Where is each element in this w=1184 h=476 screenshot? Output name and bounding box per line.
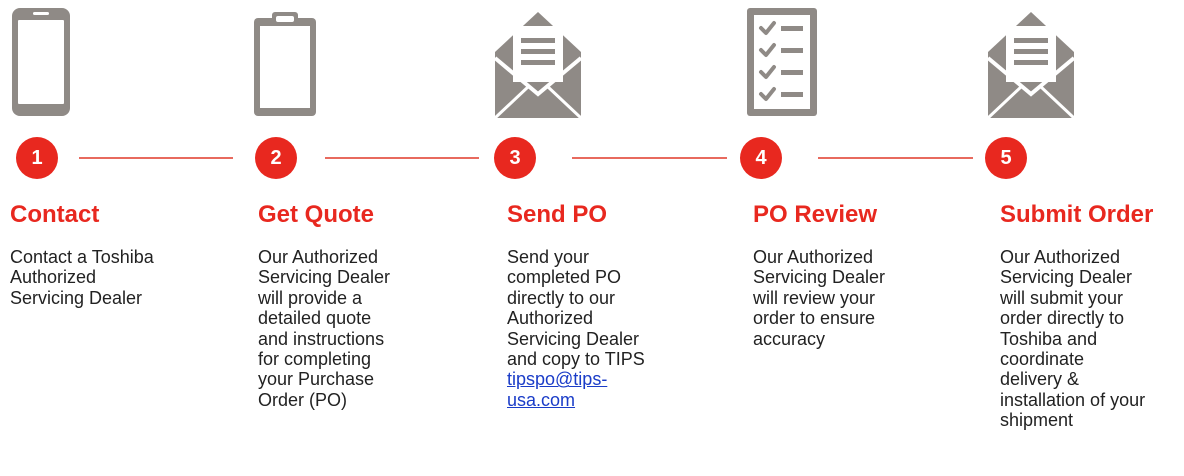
description-line: Servicing Dealer bbox=[10, 287, 143, 308]
open-envelope-icon bbox=[984, 6, 1076, 120]
description-line: Order (PO) bbox=[258, 389, 348, 410]
step-description: Contact a Toshiba Authorized Servicing D… bbox=[10, 247, 210, 308]
step-number-badge: 3 bbox=[494, 137, 536, 179]
description-line: Our Authorized bbox=[258, 247, 379, 267]
description-line: and copy to TIPS bbox=[507, 349, 645, 370]
step-title: Submit Order bbox=[1000, 201, 1154, 228]
description-line: and instructions bbox=[258, 328, 385, 349]
description-line: Authorized bbox=[10, 267, 97, 288]
description-line: delivery & bbox=[1000, 369, 1080, 390]
step-title: PO Review bbox=[753, 201, 878, 228]
email-link[interactable]: tipspo@tips- bbox=[507, 369, 707, 389]
description-line: Authorized bbox=[507, 308, 594, 329]
step-title: Contact bbox=[10, 201, 100, 228]
step-number-badge: 5 bbox=[985, 137, 1027, 179]
description-line: Servicing Dealer bbox=[1000, 267, 1133, 288]
step-description: Our Authorized Servicing Dealer will pro… bbox=[258, 247, 458, 410]
smartphone-icon bbox=[10, 6, 100, 118]
step-get-quote: 2 Get Quote Our Authorized Servicing Dea… bbox=[254, 0, 458, 476]
description-line: Contact a Toshiba bbox=[10, 247, 154, 267]
description-line: will review your bbox=[753, 287, 876, 308]
description-line: directly to our bbox=[507, 287, 616, 308]
email-link[interactable]: usa.com bbox=[507, 390, 707, 410]
step-contact: 1 Contact Contact a Toshiba Authorized S… bbox=[10, 0, 210, 476]
description-line: Our Authorized bbox=[753, 247, 874, 267]
description-line: Servicing Dealer bbox=[753, 267, 886, 288]
step-submit-order: 5 Submit Order Our Authorized Servicing … bbox=[985, 0, 1184, 476]
step-description: Our Authorized Servicing Dealer will rev… bbox=[753, 247, 953, 349]
description-line: coordinate bbox=[1000, 349, 1085, 370]
description-line: Servicing Dealer bbox=[258, 267, 391, 288]
description-line: accuracy bbox=[753, 328, 826, 349]
step-number-badge: 4 bbox=[740, 137, 782, 179]
open-envelope-icon bbox=[491, 6, 583, 120]
description-line: Toshiba and bbox=[1000, 328, 1098, 349]
step-number-badge: 1 bbox=[16, 137, 58, 179]
description-line: shipment bbox=[1000, 410, 1074, 431]
description-line: completed PO bbox=[507, 267, 622, 288]
step-number-badge: 2 bbox=[255, 137, 297, 179]
description-line: Our Authorized bbox=[1000, 247, 1121, 267]
description-line: for completing bbox=[258, 349, 372, 370]
clipboard-icon bbox=[250, 6, 340, 118]
description-line: Servicing Dealer bbox=[507, 328, 640, 349]
step-po-review: 4 PO Review Our Authorized Servicing Dea… bbox=[740, 0, 953, 476]
description-line: will provide a bbox=[258, 287, 363, 308]
step-description: Our Authorized Servicing Dealer will sub… bbox=[1000, 247, 1184, 431]
description-line: Send your bbox=[507, 247, 590, 267]
step-title: Send PO bbox=[507, 201, 608, 228]
step-send-po: 3 Send PO Send your completed PO directl… bbox=[493, 0, 707, 476]
description-line: order to ensure bbox=[753, 308, 876, 329]
description-line: installation of your bbox=[1000, 389, 1146, 410]
description-line: detailed quote bbox=[258, 308, 372, 329]
description-line: your Purchase bbox=[258, 369, 375, 390]
step-description: Send your completed PO directly to our A… bbox=[507, 247, 707, 410]
description-line: order directly to bbox=[1000, 308, 1125, 329]
step-title: Get Quote bbox=[258, 201, 375, 228]
description-line: will submit your bbox=[1000, 287, 1124, 308]
checklist-icon bbox=[745, 6, 835, 118]
